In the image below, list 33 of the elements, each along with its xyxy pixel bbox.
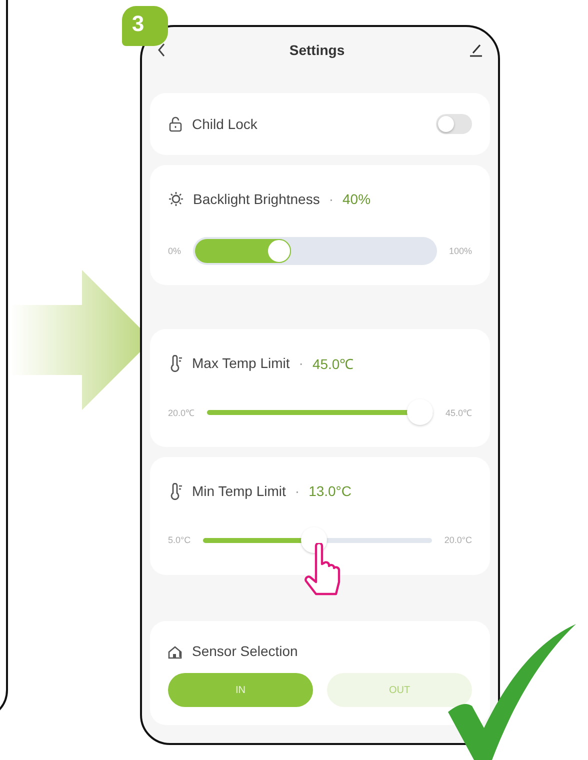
thermometer-icon <box>168 482 183 500</box>
slider-max-label: 100% <box>448 246 472 256</box>
step-badge: 3 <box>122 6 168 46</box>
separator-dot: · <box>298 355 304 371</box>
slider-min-label: 20.0℃ <box>168 406 195 418</box>
back-icon[interactable] <box>156 42 166 58</box>
slider-track[interactable] <box>206 399 434 425</box>
edit-icon[interactable] <box>468 42 484 58</box>
slider-max-label: 20.0°C <box>444 535 472 545</box>
slider-min-label: 5.0°C <box>168 535 191 545</box>
setting-value: 13.0°C <box>308 483 352 499</box>
setting-value: 45.0℃ <box>312 354 354 372</box>
setting-value: 40% <box>342 191 371 207</box>
slider-min-label: 0% <box>168 246 182 256</box>
slider-max-label: 45.0℃ <box>445 406 472 418</box>
slider-track[interactable] <box>193 237 437 265</box>
setting-label: Backlight Brightness <box>193 191 320 207</box>
child-lock-label: Child Lock <box>192 116 258 132</box>
slider-track[interactable] <box>202 527 432 553</box>
setting-label: Max Temp Limit <box>192 355 290 371</box>
house-icon <box>168 644 183 658</box>
sensor-option-button[interactable]: OUT <box>327 673 472 707</box>
sensor-selection-label: Sensor Selection <box>192 643 298 659</box>
brightness-icon <box>168 191 184 207</box>
screen-title: Settings <box>289 42 345 58</box>
separator-dot: · <box>294 483 300 499</box>
unlocked-padlock-icon <box>168 116 183 132</box>
slider-thumb[interactable] <box>407 399 434 425</box>
thermometer-icon <box>168 354 183 372</box>
sensor-option-button[interactable]: IN <box>168 673 313 707</box>
setting-label: Min Temp Limit <box>192 483 286 499</box>
separator-dot: · <box>328 191 334 207</box>
toggle-switch[interactable] <box>436 114 472 134</box>
